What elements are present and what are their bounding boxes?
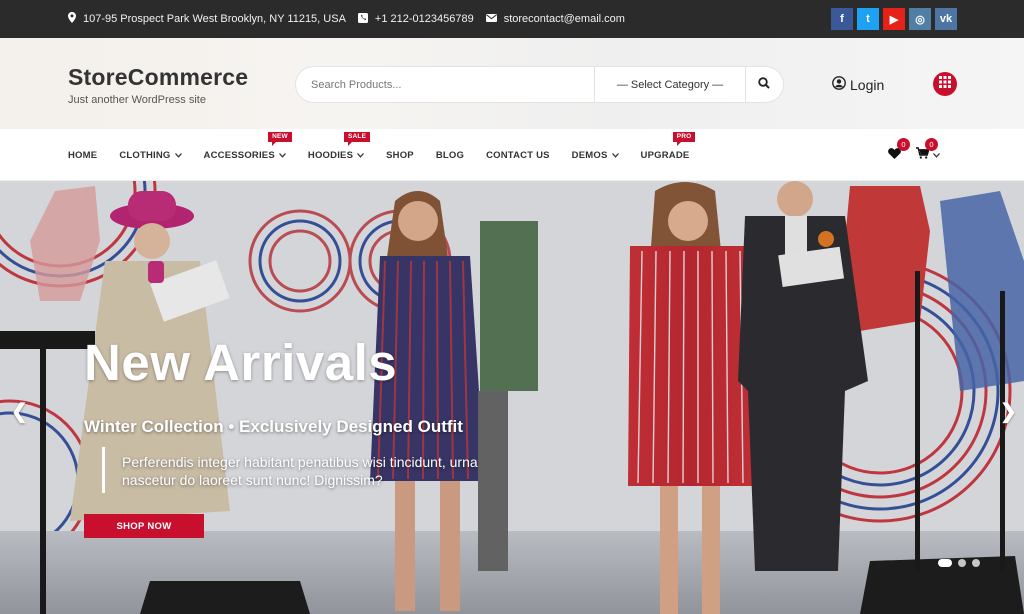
cart-button[interactable]: 0 [916, 138, 940, 164]
menu-item-label: DEMOS [571, 149, 608, 161]
chevron-down-icon [933, 151, 940, 160]
menu-item-label: BLOG [435, 149, 465, 161]
envelope-icon [485, 13, 497, 25]
menu-item-blog[interactable]: BLOG [436, 150, 464, 161]
twitter-icon[interactable]: t [857, 8, 879, 30]
menu-item-accessories[interactable]: ACCESSORIES NEW [203, 131, 292, 161]
slider-pagination [938, 559, 980, 567]
social-links: f t ▶ ◎ vk [827, 8, 957, 30]
map-marker-icon [68, 12, 76, 26]
hero-title: New Arrivals [84, 334, 398, 391]
wishlist-count: 0 [897, 138, 910, 151]
product-search-form: — Select Category — [296, 67, 783, 102]
site-branding[interactable]: StoreCommerce Just another WordPress sit… [68, 64, 248, 106]
menu-item-label: HOODIES [307, 149, 354, 161]
chevron-down-icon [357, 151, 365, 160]
menu-item-clothing[interactable]: CLOTHING [119, 149, 182, 161]
primary-menu: HOME CLOTHING ACCESSORIES NEW HOODIES SALE SHO… [68, 129, 711, 181]
slider-next-arrow[interactable]: ❯ [1000, 399, 1017, 424]
address-text: 107-95 Prospect Park West Brooklyn, NY 1… [83, 13, 346, 25]
menu-item-label: UPGRADE [640, 149, 690, 161]
facebook-icon[interactable]: f [831, 8, 853, 30]
site-header: StoreCommerce Just another WordPress sit… [0, 38, 1024, 129]
menu-item-home[interactable]: HOME [68, 150, 97, 161]
main-navigation: HOME CLOTHING ACCESSORIES NEW HOODIES SALE SHO… [0, 129, 1024, 181]
search-button[interactable] [746, 67, 782, 102]
menu-badge: PRO [672, 131, 696, 146]
phone-item[interactable]: +1 212-0123456789 [357, 12, 474, 26]
vk-icon[interactable]: vk [935, 8, 957, 30]
user-circle-icon [832, 76, 846, 93]
chevron-down-icon [278, 151, 286, 160]
phone-icon [357, 12, 368, 26]
hero-subtitle: Winter Collection • Exclusively Designed… [84, 417, 463, 436]
slider-dot[interactable] [958, 559, 966, 567]
menu-item-contact-us[interactable]: CONTACT US [486, 150, 550, 161]
youtube-icon[interactable]: ▶ [883, 8, 905, 30]
menu-item-label: CONTACT US [486, 149, 550, 161]
login-link[interactable]: Login [832, 76, 884, 93]
site-title[interactable]: StoreCommerce [68, 64, 248, 91]
slider-dot[interactable] [938, 559, 952, 567]
hero-slider: New Arrivals Winter Collection • Exclusi… [0, 181, 1024, 614]
phone-text[interactable]: +1 212-0123456789 [375, 13, 474, 25]
site-tagline: Just another WordPress site [68, 94, 206, 106]
cart-count: 0 [925, 138, 938, 151]
menu-item-label: SHOP [386, 149, 414, 161]
search-icon [758, 76, 770, 94]
menu-item-hoodies[interactable]: HOODIES SALE [307, 131, 371, 161]
hero-background-image [0, 181, 1024, 614]
menu-item-label: CLOTHING [119, 149, 171, 161]
category-select[interactable]: — Select Category — [594, 67, 746, 102]
contact-info: 107-95 Prospect Park West Brooklyn, NY 1… [68, 0, 637, 38]
email-text[interactable]: storecontact@email.com [504, 13, 625, 25]
apps-menu-button[interactable] [933, 72, 957, 96]
header-shop-icons: 0 0 [888, 129, 955, 181]
email-item[interactable]: storecontact@email.com [485, 13, 625, 25]
login-label: Login [850, 76, 885, 93]
instagram-icon[interactable]: ◎ [909, 8, 931, 30]
menu-item-upgrade[interactable]: UPGRADE PRO [640, 131, 696, 161]
slider-prev-arrow[interactable]: ❮ [11, 399, 28, 424]
address-item: 107-95 Prospect Park West Brooklyn, NY 1… [68, 12, 346, 26]
menu-item-demos[interactable]: DEMOS [572, 150, 619, 161]
slider-dot[interactable] [972, 559, 980, 567]
menu-item-label: HOME [68, 149, 98, 161]
top-bar: 107-95 Prospect Park West Brooklyn, NY 1… [0, 0, 1024, 38]
menu-badge: NEW [268, 131, 292, 146]
hero-description: Perferendis integer habitant penatibus w… [102, 447, 532, 493]
menu-item-shop[interactable]: SHOP [386, 150, 414, 161]
shop-now-button[interactable]: SHOP NOW [84, 514, 204, 538]
category-select-value: — Select Category — [616, 78, 724, 91]
search-input[interactable] [296, 67, 594, 102]
wishlist-button[interactable]: 0 [888, 138, 910, 164]
grid-icon [939, 75, 951, 93]
menu-item-label: ACCESSORIES [203, 149, 275, 161]
chevron-down-icon [611, 151, 619, 160]
menu-badge: SALE [343, 131, 371, 146]
chevron-down-icon [174, 151, 182, 160]
